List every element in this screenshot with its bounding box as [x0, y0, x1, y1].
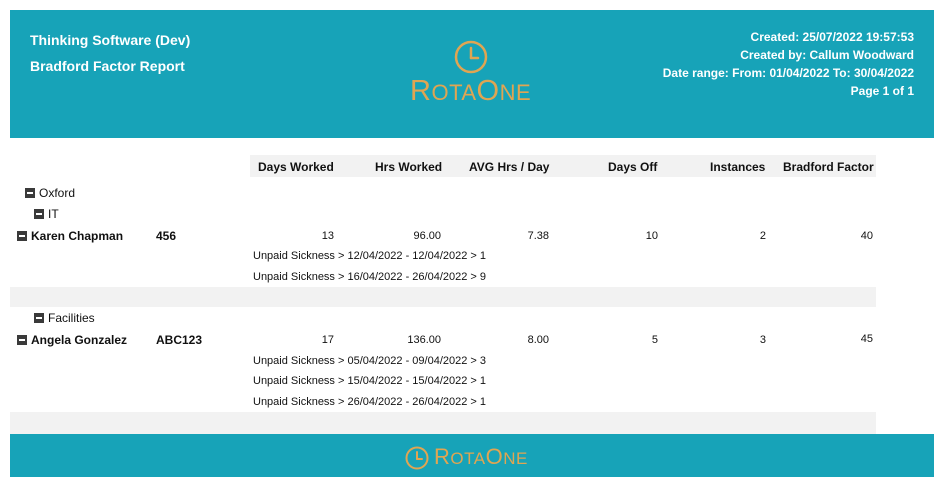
- department-label: Facilities: [48, 311, 95, 325]
- created-by: Created by: Callum Woodward: [740, 48, 914, 62]
- employee-name: Angela Gonzalez: [31, 333, 128, 347]
- page-number: Page 1 of 1: [850, 84, 914, 98]
- employee-row[interactable]: Angela Gonzalez: [17, 333, 127, 347]
- rotaone-logo: ROTAONE: [410, 40, 531, 108]
- absence-detail: Unpaid Sickness > 16/04/2022 - 26/04/202…: [253, 271, 487, 283]
- group-separator: [10, 412, 876, 434]
- group-department[interactable]: Facilities: [34, 311, 95, 325]
- employee-id: ABC123: [156, 333, 203, 347]
- absence-detail: Unpaid Sickness > 12/04/2022 - 12/04/202…: [253, 250, 487, 262]
- absence-detail: Unpaid Sickness > 05/04/2022 - 09/04/202…: [253, 355, 487, 367]
- col-avg-hrs-day: AVG Hrs / Day: [469, 160, 550, 174]
- instances-value: 3: [759, 334, 766, 346]
- hrs-worked-value: 136.00: [407, 334, 441, 346]
- collapse-icon[interactable]: [17, 231, 27, 241]
- instances-value: 2: [759, 230, 766, 242]
- employee-id: 456: [156, 229, 177, 243]
- absence-detail: Unpaid Sickness > 15/04/2022 - 15/04/202…: [253, 375, 487, 387]
- group-department[interactable]: IT: [34, 207, 59, 221]
- employee-row[interactable]: Karen Chapman: [17, 229, 123, 243]
- group-location[interactable]: Oxford: [25, 186, 75, 200]
- days-worked-value: 13: [321, 230, 334, 242]
- group-separator: [10, 287, 876, 307]
- location-label: Oxford: [39, 186, 76, 200]
- days-off-value: 5: [651, 334, 658, 346]
- col-instances: Instances: [710, 160, 766, 174]
- avg-hrs-day-value: 8.00: [527, 334, 549, 346]
- logo-wordmark: ROTAONE: [410, 76, 531, 108]
- date-range: Date range: From: 01/04/2022 To: 30/04/2…: [662, 66, 914, 80]
- header-left: Thinking Software (Dev) Bradford Factor …: [30, 27, 190, 79]
- logo-wordmark-o: O: [485, 444, 504, 469]
- logo-wordmark-o: O: [476, 75, 500, 107]
- logo-wordmark-ota: OTA: [450, 449, 486, 468]
- report-header: Thinking Software (Dev) Bradford Factor …: [10, 10, 934, 138]
- report-title: Bradford Factor Report: [30, 58, 185, 74]
- bradford-factor-value: 40: [860, 230, 873, 242]
- col-days-off: Days Off: [608, 160, 658, 174]
- clock-icon: [405, 446, 429, 470]
- bradford-factor-value: 45: [860, 333, 873, 345]
- collapse-icon[interactable]: [25, 188, 35, 198]
- logo-wordmark-ota: OTA: [431, 80, 477, 105]
- clock-icon: [454, 40, 487, 74]
- footer-logo: ROTAONE: [405, 442, 528, 474]
- col-bradford-factor: Bradford Factor: [783, 160, 874, 174]
- created-date: Created: 25/07/2022 19:57:53: [750, 30, 914, 44]
- org-name: Thinking Software (Dev): [30, 32, 191, 48]
- collapse-icon[interactable]: [34, 209, 44, 219]
- logo-wordmark-r: R: [434, 444, 451, 469]
- logo-wordmark-ne: NE: [499, 80, 532, 105]
- col-hrs-worked: Hrs Worked: [375, 160, 443, 174]
- logo-wordmark: ROTAONE: [434, 442, 528, 474]
- absence-detail: Unpaid Sickness > 26/04/2022 - 26/04/202…: [253, 396, 487, 408]
- report-footer: ROTAONE: [10, 434, 934, 477]
- col-days-worked: Days Worked: [258, 160, 334, 174]
- header-meta: Created: 25/07/2022 19:57:53 Created by:…: [663, 28, 914, 100]
- logo-wordmark-r: R: [410, 75, 432, 107]
- employee-name: Karen Chapman: [31, 229, 124, 243]
- logo-wordmark-ne: NE: [503, 449, 528, 468]
- department-label: IT: [48, 207, 59, 221]
- collapse-icon[interactable]: [34, 313, 44, 323]
- days-worked-value: 17: [321, 334, 334, 346]
- avg-hrs-day-value: 7.38: [527, 230, 549, 242]
- days-off-value: 10: [645, 230, 658, 242]
- hrs-worked-value: 96.00: [413, 230, 441, 242]
- collapse-icon[interactable]: [17, 335, 27, 345]
